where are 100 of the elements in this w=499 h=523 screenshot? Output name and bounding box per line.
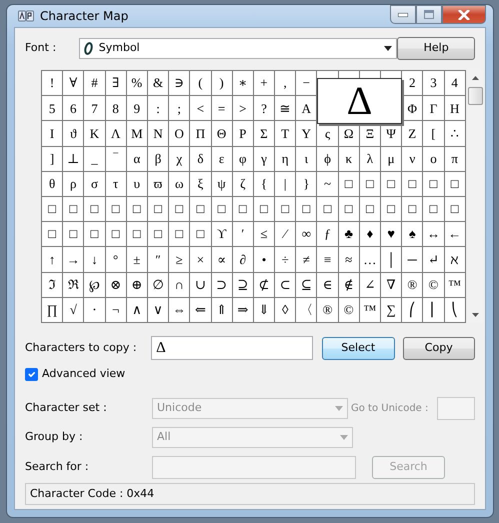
character-cell[interactable]: (: [190, 71, 212, 96]
minimize-button[interactable]: [390, 5, 416, 24]
character-cell[interactable]: □: [381, 196, 402, 222]
character-cell[interactable]: {: [254, 172, 276, 197]
character-cell[interactable]: ∈: [317, 272, 339, 298]
character-cell[interactable]: ℜ: [63, 272, 84, 298]
character-cell[interactable]: <: [190, 96, 212, 122]
character-cell[interactable]: Ο: [169, 121, 190, 147]
character-cell[interactable]: ↓: [84, 247, 106, 272]
character-cell[interactable]: θ: [42, 172, 64, 197]
character-cell[interactable]: +: [254, 71, 276, 96]
character-cell[interactable]: ϑ: [63, 121, 84, 147]
character-cell[interactable]: υ: [126, 172, 148, 197]
character-cell[interactable]: Ζ: [402, 121, 424, 147]
character-cell[interactable]: •: [254, 247, 276, 272]
character-cell[interactable]: β: [148, 146, 170, 172]
character-cell[interactable]: ∂: [232, 247, 254, 272]
character-cell[interactable]: □: [423, 172, 445, 197]
character-cell[interactable]: ↔: [423, 222, 445, 248]
character-cell[interactable]: ⊂: [275, 272, 296, 298]
character-cell[interactable]: ∉: [338, 272, 360, 298]
character-cell[interactable]: ←: [444, 222, 466, 248]
character-cell[interactable]: 3: [423, 71, 445, 96]
character-cell[interactable]: ϒ: [212, 222, 233, 248]
character-cell[interactable]: ⎜: [423, 298, 445, 323]
character-cell[interactable]: ×: [190, 247, 212, 272]
character-cell[interactable]: ξ: [190, 172, 212, 197]
character-cell[interactable]: □: [169, 222, 190, 248]
character-cell[interactable]: 4: [444, 71, 466, 96]
character-cell[interactable]: ®: [317, 298, 339, 323]
character-cell[interactable]: ⎛: [402, 298, 424, 323]
character-cell[interactable]: ⇓: [254, 298, 276, 323]
character-cell[interactable]: ∑: [381, 298, 402, 323]
character-cell[interactable]: □: [402, 196, 424, 222]
character-cell[interactable]: ±: [126, 247, 148, 272]
character-cell[interactable]: ?: [254, 96, 276, 122]
character-cell[interactable]: σ: [84, 172, 106, 197]
character-cell[interactable]: ⇑: [212, 298, 233, 323]
character-cell[interactable]: Α: [296, 96, 318, 122]
character-cell[interactable]: ≅: [275, 96, 296, 122]
character-cell[interactable]: ⊇: [232, 272, 254, 298]
character-cell[interactable]: │: [381, 247, 402, 272]
character-cell[interactable]: ζ: [232, 172, 254, 197]
character-cell[interactable]: ©: [338, 298, 360, 323]
character-cell[interactable]: Υ: [296, 121, 318, 147]
character-cell[interactable]: γ: [254, 146, 276, 172]
character-cell[interactable]: ⊥: [63, 146, 84, 172]
character-cell[interactable]: Ι: [42, 121, 64, 147]
scroll-down-icon[interactable]: [472, 313, 479, 317]
character-cell[interactable]: □: [423, 196, 445, 222]
character-cell[interactable]: ◊: [275, 298, 296, 323]
character-cell[interactable]: ∋: [169, 71, 190, 96]
character-cell[interactable]: □: [338, 196, 360, 222]
character-cell[interactable]: ⊃: [212, 272, 233, 298]
character-cell[interactable]: Θ: [212, 121, 233, 147]
character-cell[interactable]: □: [126, 196, 148, 222]
character-cell[interactable]: !: [42, 71, 64, 96]
character-cell[interactable]: 〈: [296, 298, 318, 323]
character-cell[interactable]: ;: [169, 96, 190, 122]
character-cell[interactable]: →: [63, 247, 84, 272]
character-cell[interactable]: □: [444, 196, 466, 222]
character-cell[interactable]: Γ: [423, 96, 445, 122]
character-cell[interactable]: □: [106, 222, 127, 248]
character-cell[interactable]: ∇: [381, 272, 402, 298]
character-cell[interactable]: ♠: [402, 222, 424, 248]
character-cell[interactable]: √: [63, 298, 84, 323]
character-cell[interactable]: ♣: [338, 222, 360, 248]
character-cell[interactable]: 9: [126, 96, 148, 122]
character-cell[interactable]: ϕ: [317, 146, 339, 172]
character-cell[interactable]: &: [148, 71, 170, 96]
character-cell[interactable]: ⇐: [190, 298, 212, 323]
maximize-button[interactable]: [416, 5, 442, 24]
character-cell[interactable]: λ: [360, 146, 381, 172]
character-cell[interactable]: 2: [402, 71, 424, 96]
character-cell[interactable]: ©: [423, 272, 445, 298]
character-cell[interactable]: ≠: [296, 247, 318, 272]
character-cell[interactable]: ♦: [360, 222, 381, 248]
character-cell[interactable]: ⎝: [444, 298, 466, 323]
character-cell[interactable]: τ: [106, 172, 127, 197]
character-cell[interactable]: ⊆: [296, 272, 318, 298]
character-cell[interactable]: Ρ: [232, 121, 254, 147]
character-cell[interactable]: ⊗: [106, 272, 127, 298]
character-cell[interactable]: #: [84, 71, 106, 96]
character-cell[interactable]: □: [212, 196, 233, 222]
character-cell[interactable]: Κ: [84, 121, 106, 147]
character-cell[interactable]: ¬: [106, 298, 127, 323]
character-cell[interactable]: □: [148, 196, 170, 222]
character-cell[interactable]: ∝: [212, 247, 233, 272]
copy-button[interactable]: Copy: [402, 336, 475, 360]
character-cell[interactable]: □: [317, 196, 339, 222]
character-cell[interactable]: □: [63, 196, 84, 222]
character-cell[interactable]: ∴: [444, 121, 466, 147]
character-cell[interactable]: Λ: [106, 121, 127, 147]
character-cell[interactable]: 6: [63, 96, 84, 122]
character-cell[interactable]: □: [169, 196, 190, 222]
character-cell[interactable]: □: [190, 196, 212, 222]
character-cell[interactable]: ′: [232, 222, 254, 248]
character-cell[interactable]: ℘: [84, 272, 106, 298]
character-cell[interactable]: ‾: [106, 146, 127, 172]
character-cell[interactable]: ≈: [338, 247, 360, 272]
